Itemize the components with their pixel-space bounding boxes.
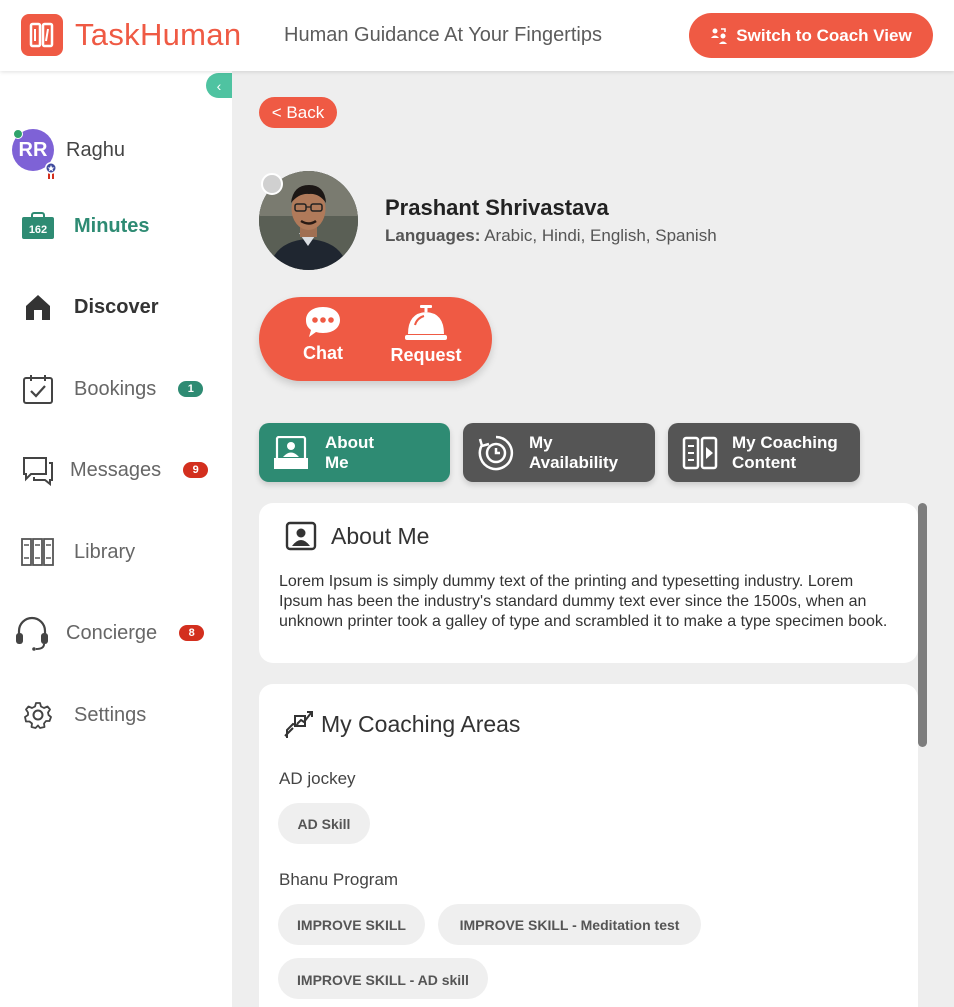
- skill-chip[interactable]: AD Skill: [278, 803, 370, 844]
- tab-label-line2: Content: [732, 452, 797, 472]
- coach-actions: Chat Request: [259, 297, 492, 381]
- gear-icon: [20, 697, 56, 733]
- tab-label: About Me: [325, 433, 374, 473]
- switch-to-coach-view-label: Switch to Coach View: [736, 25, 912, 45]
- tab-label-line2: Me: [325, 452, 349, 472]
- avatar: RR: [12, 129, 57, 179]
- bookings-count-badge: 1: [178, 381, 204, 397]
- request-label: Request: [390, 345, 462, 365]
- program-name: Bhanu Program: [279, 870, 399, 889]
- skill-chip[interactable]: IMPROVE SKILL: [278, 904, 425, 945]
- skill-chip[interactable]: IMPROVE SKILL - Meditation test: [438, 904, 701, 945]
- collapse-sidebar-button[interactable]: ‹: [206, 73, 232, 98]
- online-status-dot: [13, 129, 23, 139]
- tab-label-line1: About: [325, 432, 375, 452]
- coaching-areas-heading: My Coaching Areas: [283, 708, 520, 740]
- tab-label-line2: Availability: [529, 452, 619, 472]
- coaching-areas-title: My Coaching Areas: [321, 710, 521, 737]
- languages-label: Languages:: [385, 226, 481, 245]
- tab-label-line1: My: [529, 432, 553, 452]
- medal-icon: [45, 162, 57, 179]
- messages-count-badge: 9: [183, 462, 209, 478]
- tab-about-me[interactable]: About Me: [259, 423, 450, 482]
- sidebar-item-minutes[interactable]: 162 Minutes: [20, 206, 150, 246]
- tab-my-coaching-content[interactable]: My Coaching Content: [668, 423, 860, 482]
- sidebar-item-label: Messages: [70, 458, 162, 481]
- tab-label: My Coaching Content: [732, 433, 838, 473]
- concierge-count-badge: 8: [179, 625, 205, 641]
- coach-status-dot: [261, 173, 283, 195]
- about-me-heading: About Me: [285, 521, 429, 551]
- sidebar-item-messages[interactable]: Messages 9: [20, 450, 209, 490]
- user-name: Raghu: [66, 138, 125, 161]
- sidebar-item-bookings[interactable]: Bookings 1: [20, 369, 204, 409]
- coach-name: Prashant Shrivastava: [385, 195, 609, 220]
- books-icon: [20, 534, 56, 570]
- tagline: Human Guidance At Your Fingertips: [284, 24, 602, 46]
- languages-value: Arabic, Hindi, English, Spanish: [484, 226, 717, 245]
- chat-button[interactable]: Chat: [278, 305, 368, 364]
- request-button[interactable]: Request: [381, 305, 471, 366]
- sidebar-item-label: Settings: [74, 703, 147, 726]
- tab-label-line1: My Coaching: [732, 432, 838, 452]
- chat-icon: [20, 452, 56, 488]
- switch-to-coach-view-button[interactable]: Switch to Coach View: [689, 13, 933, 58]
- brand-logo[interactable]: TaskHuman: [21, 14, 241, 56]
- content-icon: [682, 436, 718, 469]
- top-header: TaskHuman Human Guidance At Your Fingert…: [0, 0, 954, 71]
- about-me-text: Lorem Ipsum is simply dummy text of the …: [279, 573, 888, 630]
- chat-label: Chat: [303, 343, 343, 363]
- brand-name: TaskHuman: [75, 17, 242, 52]
- wallet-icon: 162: [20, 208, 56, 244]
- avatar-initials: RR: [18, 138, 48, 161]
- content-scrollbar[interactable]: [918, 503, 927, 747]
- skill-chip[interactable]: IMPROVE SKILL - AD skill: [278, 958, 488, 999]
- service-bell-icon: [405, 305, 447, 340]
- calendar-check-icon: [20, 371, 56, 407]
- user-profile[interactable]: RR Raghu: [12, 129, 125, 179]
- about-me-card: About Me Lorem Ipsum is simply dummy tex…: [259, 503, 918, 663]
- back-button[interactable]: < Back: [259, 97, 337, 128]
- main-content: < Back Prashant Shrivastava Languages: A…: [232, 71, 954, 1007]
- minutes-balance: 162: [29, 224, 47, 236]
- profile-frame-icon: [285, 521, 317, 551]
- sidebar-item-label: Discover: [74, 295, 159, 318]
- sidebar-item-label: Library: [74, 540, 136, 563]
- sidebar: ‹ RR Raghu 162 Minutes Discover Bookings…: [0, 71, 232, 1007]
- headset-icon: [14, 615, 50, 651]
- chevron-left-icon: ‹: [216, 77, 222, 94]
- profile-card-icon: [274, 435, 308, 469]
- coaching-areas-card: My Coaching Areas AD jockey AD Skill Bha…: [259, 684, 918, 1007]
- coaching-growth-icon: [284, 711, 313, 738]
- sidebar-item-settings[interactable]: Settings: [20, 695, 146, 735]
- coach-languages: Languages: Arabic, Hindi, English, Spani…: [385, 226, 717, 246]
- chat-bubble-icon: [306, 307, 340, 337]
- sidebar-item-discover[interactable]: Discover: [20, 287, 159, 327]
- about-me-title: About Me: [331, 522, 430, 549]
- sidebar-item-label: Concierge: [66, 621, 158, 644]
- tab-label: My Availability: [529, 433, 618, 473]
- home-icon: [20, 289, 56, 325]
- sidebar-item-label: Bookings: [74, 377, 157, 400]
- sidebar-item-library[interactable]: Library: [20, 532, 135, 572]
- switch-user-icon: [711, 27, 728, 44]
- tab-my-availability[interactable]: My Availability: [463, 423, 655, 482]
- logo-icon: [21, 14, 63, 56]
- sidebar-item-label: Minutes: [74, 214, 150, 237]
- program-name: AD jockey: [279, 769, 356, 788]
- clock-icon: [478, 435, 514, 470]
- sidebar-item-concierge[interactable]: Concierge 8: [14, 613, 205, 653]
